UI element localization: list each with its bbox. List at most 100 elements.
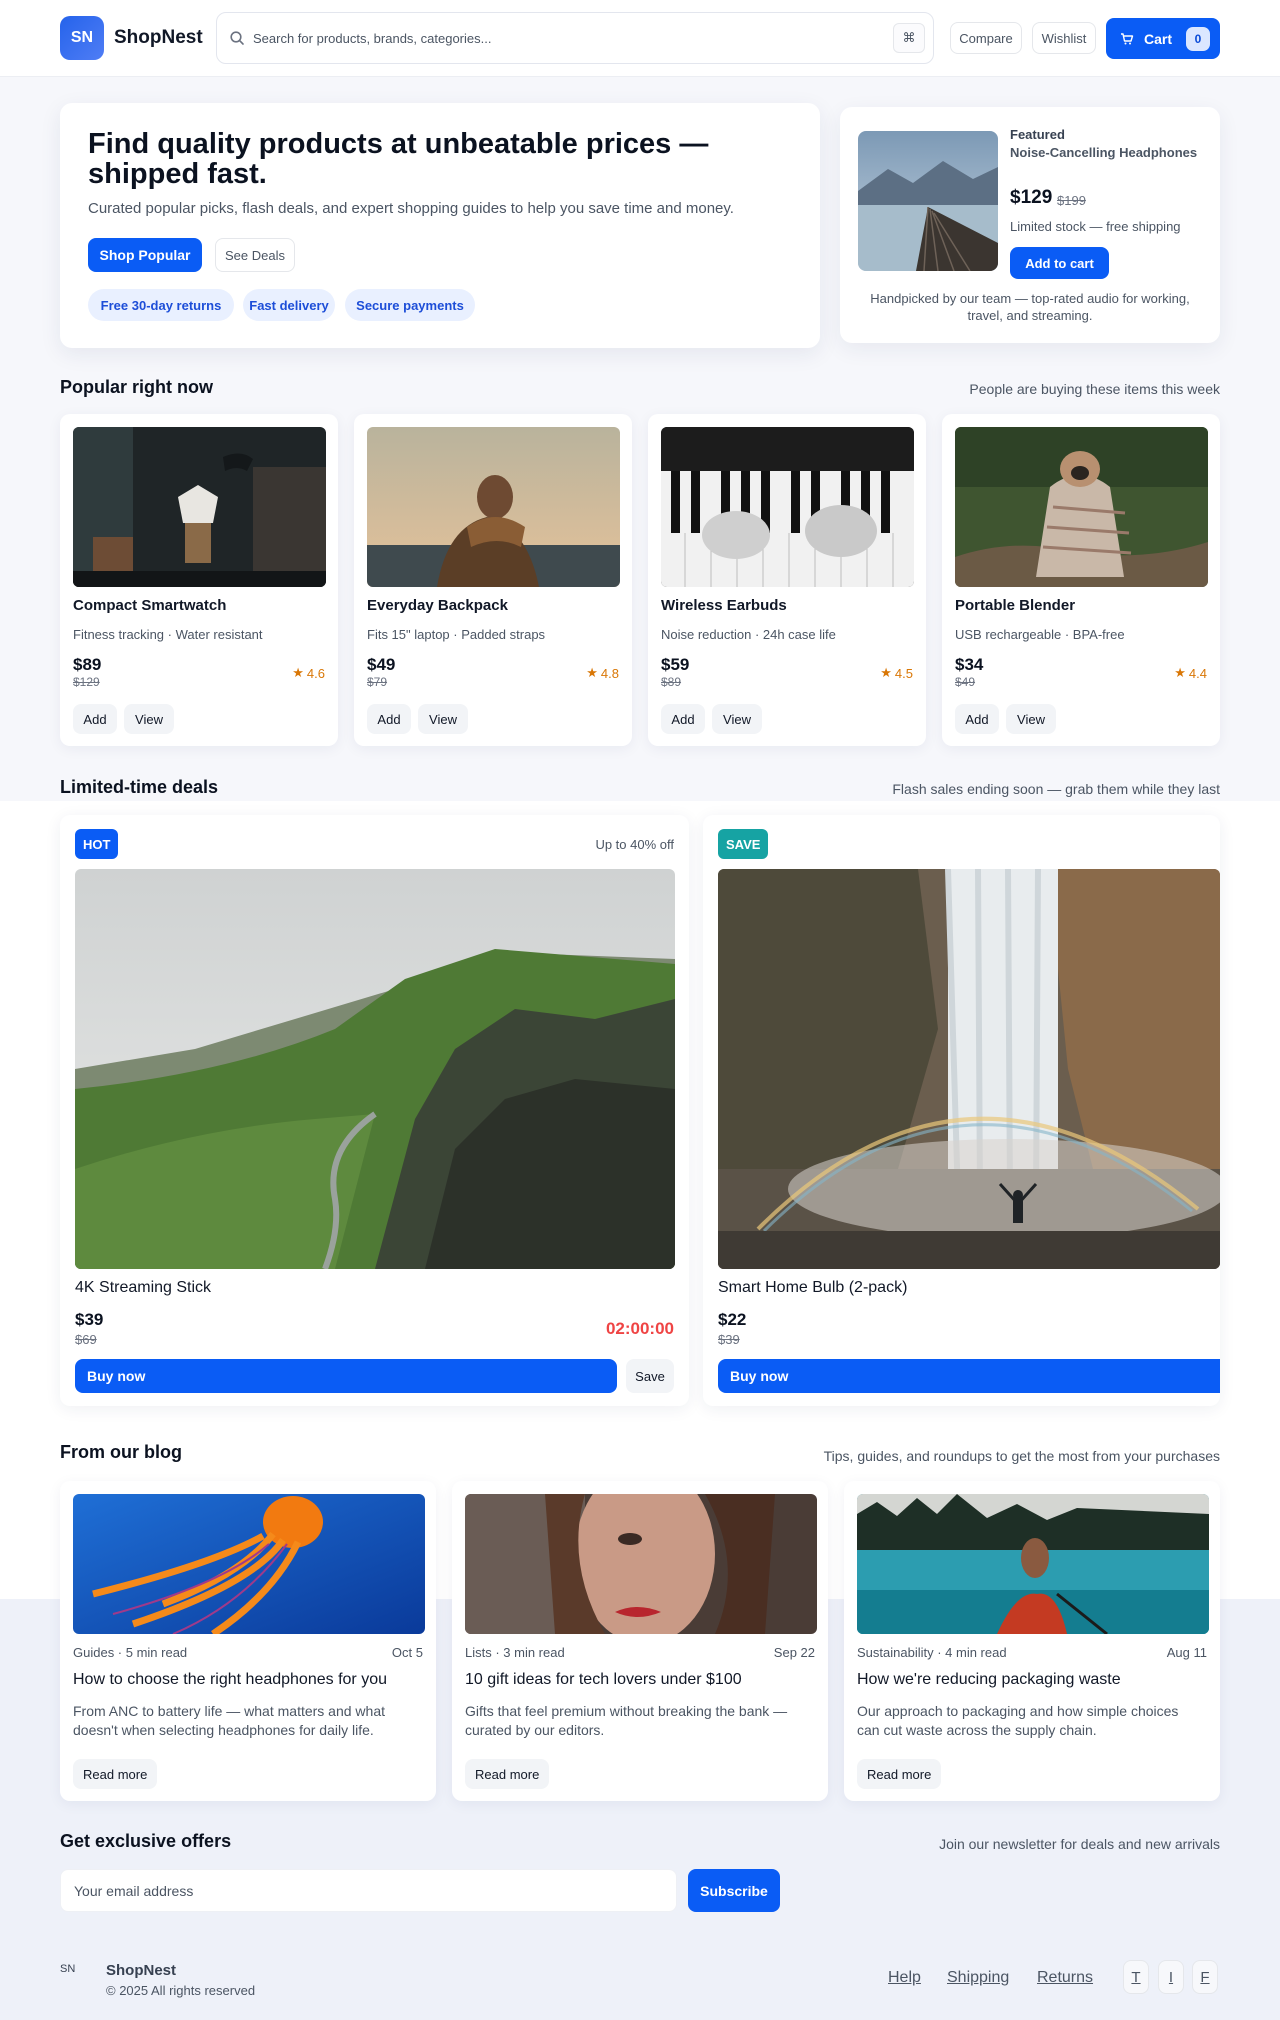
footer-link-shipping[interactable]: Shipping	[947, 1969, 1009, 1987]
search-icon	[230, 31, 244, 45]
view-button[interactable]: View	[1006, 704, 1056, 734]
site-header: SN ShopNest ⌘ Compare Wishlist Cart 0	[0, 0, 1280, 77]
blog-meta: Sustainability · 4 min read	[857, 1645, 1007, 1660]
product-card[interactable]: Everyday Backpack Fits 15" laptop · Padd…	[354, 414, 632, 746]
deal-product-name[interactable]: Smart Home Bulb (2-pack)	[718, 1279, 907, 1297]
footer-link-returns[interactable]: Returns	[1037, 1969, 1093, 1987]
add-button[interactable]: Add	[661, 704, 705, 734]
product-old-price: $129	[73, 675, 100, 689]
cart-icon	[1121, 32, 1134, 44]
product-name[interactable]: Everyday Backpack	[367, 597, 508, 614]
product-name[interactable]: Compact Smartwatch	[73, 597, 226, 614]
footer-logo-mark: SN	[60, 1963, 76, 1975]
featured-product-name[interactable]: Noise-Cancelling Headphones	[1010, 144, 1200, 162]
blog-meta: Lists · 3 min read	[465, 1645, 565, 1660]
blog-title[interactable]: How to choose the right headphones for y…	[73, 1671, 387, 1689]
view-button[interactable]: View	[418, 704, 468, 734]
product-rating: ★ 4.4	[1174, 665, 1207, 681]
deal-old-price: $39	[718, 1332, 740, 1347]
product-old-price: $89	[661, 675, 682, 689]
blog-card[interactable]: Guides · 5 min read Oct 5 How to choose …	[60, 1481, 436, 1801]
pill-fast-delivery: Fast delivery	[243, 289, 335, 321]
email-input[interactable]	[60, 1869, 677, 1912]
product-card[interactable]: Portable Blender USB rechargeable · BPA-…	[942, 414, 1220, 746]
deal-badge: SAVE	[718, 829, 769, 859]
star-icon: ★	[586, 665, 598, 680]
blog-excerpt: From ANC to battery life — what matters …	[73, 1703, 386, 1738]
blog-section-note: Tips, guides, and roundups to get the mo…	[823, 1448, 1220, 1464]
add-button[interactable]: Add	[73, 704, 117, 734]
cart-button[interactable]: Cart 0	[1106, 18, 1220, 59]
blog-image[interactable]	[857, 1494, 1209, 1634]
product-image[interactable]	[73, 427, 326, 587]
blog-title[interactable]: How we're reducing packaging waste	[857, 1671, 1121, 1689]
blog-date: Sep 22	[773, 1645, 815, 1660]
deal-image[interactable]	[718, 869, 1220, 1269]
social-link-i[interactable]: I	[1158, 1960, 1184, 1994]
star-icon: ★	[1174, 665, 1186, 680]
blog-excerpt: Our approach to packaging and how simple…	[857, 1703, 1179, 1738]
search-input[interactable]	[253, 25, 853, 51]
read-more-button[interactable]: Read more	[465, 1759, 550, 1789]
blog-title[interactable]: 10 gift ideas for tech lovers under $100	[465, 1671, 742, 1689]
product-old-price: $49	[955, 675, 976, 689]
shop-popular-button[interactable]: Shop Popular	[88, 238, 202, 272]
read-more-button[interactable]: Read more	[857, 1759, 942, 1789]
add-button[interactable]: Add	[955, 704, 999, 734]
add-button[interactable]: Add	[367, 704, 411, 734]
save-deal-button[interactable]: Save	[626, 1359, 674, 1393]
product-meta: Fits 15" laptop · Padded straps	[367, 627, 546, 642]
product-price: $89	[73, 655, 102, 674]
featured-product-image[interactable]	[858, 131, 998, 271]
pill-secure-payments: Secure payments	[345, 289, 475, 321]
featured-label: Featured	[1010, 127, 1065, 142]
buy-now-button[interactable]: Buy now	[718, 1359, 1220, 1393]
add-to-cart-button[interactable]: Add to cart	[1010, 247, 1109, 279]
product-image[interactable]	[367, 427, 620, 587]
product-name[interactable]: Portable Blender	[955, 597, 1075, 614]
buy-now-button[interactable]: Buy now	[75, 1359, 617, 1393]
blog-card[interactable]: Sustainability · 4 min read Aug 11 How w…	[844, 1481, 1220, 1801]
footer-copyright: © 2025 All rights reserved	[106, 1983, 256, 1998]
product-meta: Fitness tracking · Water resistant	[73, 627, 263, 642]
social-link-t[interactable]: T	[1123, 1960, 1149, 1994]
product-price: $49	[367, 655, 396, 674]
logo-mark[interactable]: SN	[60, 16, 104, 60]
brand-name[interactable]: ShopNest	[114, 27, 203, 49]
blog-image[interactable]	[73, 1494, 425, 1634]
blog-card[interactable]: Lists · 3 min read Sep 22 10 gift ideas …	[452, 1481, 828, 1801]
social-link-f[interactable]: F	[1192, 1960, 1218, 1994]
deal-old-price: $69	[75, 1332, 97, 1347]
view-button[interactable]: View	[124, 704, 174, 734]
product-card[interactable]: Wireless Earbuds Noise reduction · 24h c…	[648, 414, 926, 746]
blog-excerpt: Gifts that feel premium without breaking…	[465, 1703, 788, 1738]
footer-link-help[interactable]: Help	[888, 1969, 921, 1987]
deal-card[interactable]: HOT Up to 40% off 4K Streaming Stick $39…	[60, 815, 689, 1406]
read-more-button[interactable]: Read more	[73, 1759, 158, 1789]
hero-banner: Find quality products at unbeatable pric…	[60, 103, 820, 348]
blog-section-title: From our blog	[60, 1442, 182, 1462]
footer-brand-name: ShopNest	[106, 1962, 177, 1979]
compare-button[interactable]: Compare	[950, 22, 1022, 54]
featured-price: $129	[1010, 187, 1053, 208]
product-card[interactable]: Compact Smartwatch Fitness tracking · Wa…	[60, 414, 338, 746]
deal-discount-note: Up to 40% off	[595, 837, 674, 852]
product-old-price: $79	[367, 675, 388, 689]
product-name[interactable]: Wireless Earbuds	[661, 597, 787, 614]
wishlist-button[interactable]: Wishlist	[1032, 22, 1096, 54]
product-image[interactable]	[955, 427, 1208, 587]
subscribe-button[interactable]: Subscribe	[688, 1869, 780, 1912]
deal-price: $39	[75, 1310, 104, 1329]
newsletter-note: Join our newsletter for deals and new ar…	[939, 1836, 1220, 1852]
deal-image[interactable]	[75, 869, 675, 1269]
deal-card[interactable]: SAVE Smart Home Bulb (2-pack) $22 $39 Bu…	[703, 815, 1220, 1406]
see-deals-button[interactable]: See Deals	[215, 238, 295, 272]
search-bar[interactable]: ⌘	[216, 12, 934, 64]
product-price: $59	[661, 655, 690, 674]
deal-countdown-timer: 02:00:00	[605, 1319, 674, 1338]
deal-product-name[interactable]: 4K Streaming Stick	[75, 1279, 211, 1297]
blog-image[interactable]	[465, 1494, 817, 1634]
product-image[interactable]	[661, 427, 914, 587]
view-button[interactable]: View	[712, 704, 762, 734]
blog-meta: Guides · 5 min read	[73, 1645, 188, 1660]
